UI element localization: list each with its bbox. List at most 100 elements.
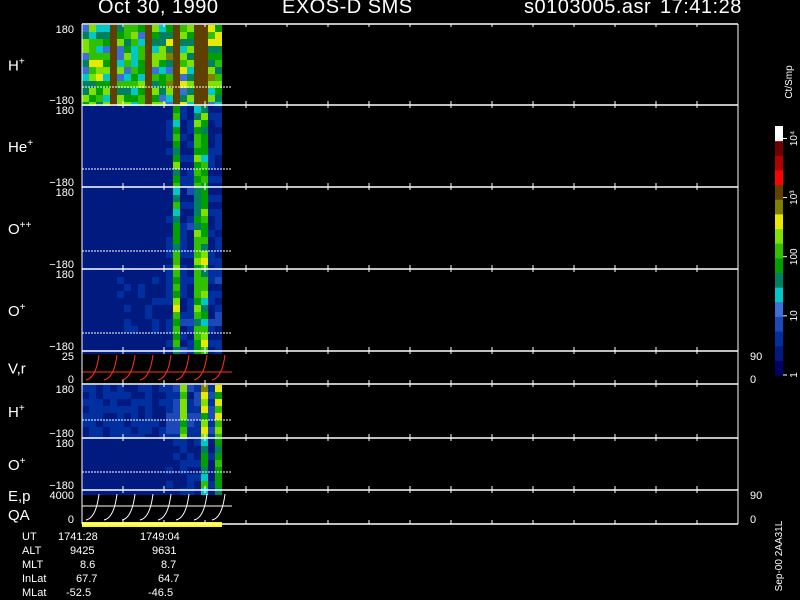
heatmap-cell (138, 120, 145, 127)
heatmap-cell (103, 134, 110, 141)
heatmap-cell (103, 53, 110, 60)
heatmap-cell (187, 162, 194, 169)
heatmap-cell (131, 291, 138, 298)
heatmap-cell (131, 251, 138, 258)
heatmap-cell (131, 244, 138, 251)
heatmap-cell (173, 32, 180, 39)
panel-label: E,p (8, 488, 31, 505)
heatmap-cell (194, 453, 201, 460)
heatmap-cell (159, 251, 166, 258)
heatmap-cell (152, 298, 159, 305)
heatmap-cell (201, 169, 208, 176)
heatmap-cell (110, 319, 117, 326)
heatmap-cell (208, 427, 215, 434)
heatmap-cell (89, 298, 96, 305)
heatmap-cell (180, 284, 187, 291)
heatmap-cell (187, 32, 194, 39)
heatmap-cell (124, 340, 131, 347)
heatmap-cell (110, 216, 117, 223)
heatmap-cell (131, 106, 138, 113)
trace-line (193, 354, 208, 381)
heatmap-cell (82, 74, 89, 81)
heatmap-cell (145, 141, 152, 148)
heatmap-cell (187, 474, 194, 481)
heatmap-cell (89, 162, 96, 169)
heatmap-cell (180, 169, 187, 176)
heatmap-cell (131, 120, 138, 127)
heatmap-cell (152, 392, 159, 399)
heatmap-cell (110, 134, 117, 141)
heatmap-cell (215, 474, 222, 481)
trace-line (85, 493, 100, 521)
heatmap-cell (110, 258, 117, 265)
heatmap-cell (103, 237, 110, 244)
heatmap-cell (82, 488, 89, 495)
heatmap-cell (187, 74, 194, 81)
colorbar-tick-label: 100 (789, 248, 800, 265)
heatmap-cell (187, 188, 194, 195)
heatmap-cell (152, 340, 159, 347)
heatmap-cell (89, 155, 96, 162)
heatmap-cell (89, 188, 96, 195)
heatmap-cell (131, 230, 138, 237)
heatmap-cell (187, 155, 194, 162)
heatmap-cell (194, 385, 201, 392)
heatmap-cell (89, 270, 96, 277)
heatmap-cell (194, 127, 201, 134)
colorbar-unit-label: Ct/Smp (784, 65, 795, 99)
heatmap-cell (103, 88, 110, 95)
panel-label-2: QA (8, 507, 30, 524)
trace-line (103, 354, 118, 381)
heatmap-cell (96, 188, 103, 195)
heatmap-cell (131, 209, 138, 216)
heatmap-cell (187, 216, 194, 223)
heatmap-cell (208, 298, 215, 305)
heatmap-cell (96, 32, 103, 39)
heatmap-cell (138, 291, 145, 298)
heatmap-cell (159, 202, 166, 209)
heatmap-cell (124, 141, 131, 148)
heatmap-cell (82, 406, 89, 413)
heatmap-cell (166, 427, 173, 434)
heatmap-cell (180, 474, 187, 481)
heatmap-cell (208, 113, 215, 120)
heatmap-cell (89, 291, 96, 298)
heatmap-cell (82, 312, 89, 319)
heatmap-cell (110, 244, 117, 251)
heatmap-cell (131, 460, 138, 467)
heatmap-cell (201, 67, 208, 74)
heatmap-cell (131, 453, 138, 460)
heatmap-cell (110, 270, 117, 277)
heatmap-cell (145, 134, 152, 141)
heatmap-cell (152, 39, 159, 46)
heatmap-cell (194, 392, 201, 399)
heatmap-cell (117, 333, 124, 340)
heatmap-cell (187, 258, 194, 265)
heatmap-cell (82, 481, 89, 488)
heatmap-cell (124, 67, 131, 74)
heatmap-cell (201, 284, 208, 291)
heatmap-cell (96, 439, 103, 446)
heatmap-cell (173, 406, 180, 413)
heatmap-cell (180, 385, 187, 392)
heatmap-cell (138, 305, 145, 312)
heatmap-cell (82, 162, 89, 169)
heatmap-cell (103, 406, 110, 413)
heatmap-cell (152, 467, 159, 474)
heatmap-cell (89, 46, 96, 53)
heatmap-cell (124, 202, 131, 209)
heatmap-cell (215, 223, 222, 230)
heatmap-cell (138, 340, 145, 347)
heatmap-cell (145, 467, 152, 474)
heatmap-cell (159, 230, 166, 237)
heatmap-cell (187, 467, 194, 474)
heatmap-cell (89, 413, 96, 420)
heatmap-cell (159, 113, 166, 120)
heatmap-cell (194, 251, 201, 258)
heatmap-cell (145, 169, 152, 176)
heatmap-cell (152, 155, 159, 162)
heatmap-cell (131, 127, 138, 134)
heatmap-cell (145, 326, 152, 333)
heatmap-cell (159, 312, 166, 319)
heatmap-cell (96, 258, 103, 265)
